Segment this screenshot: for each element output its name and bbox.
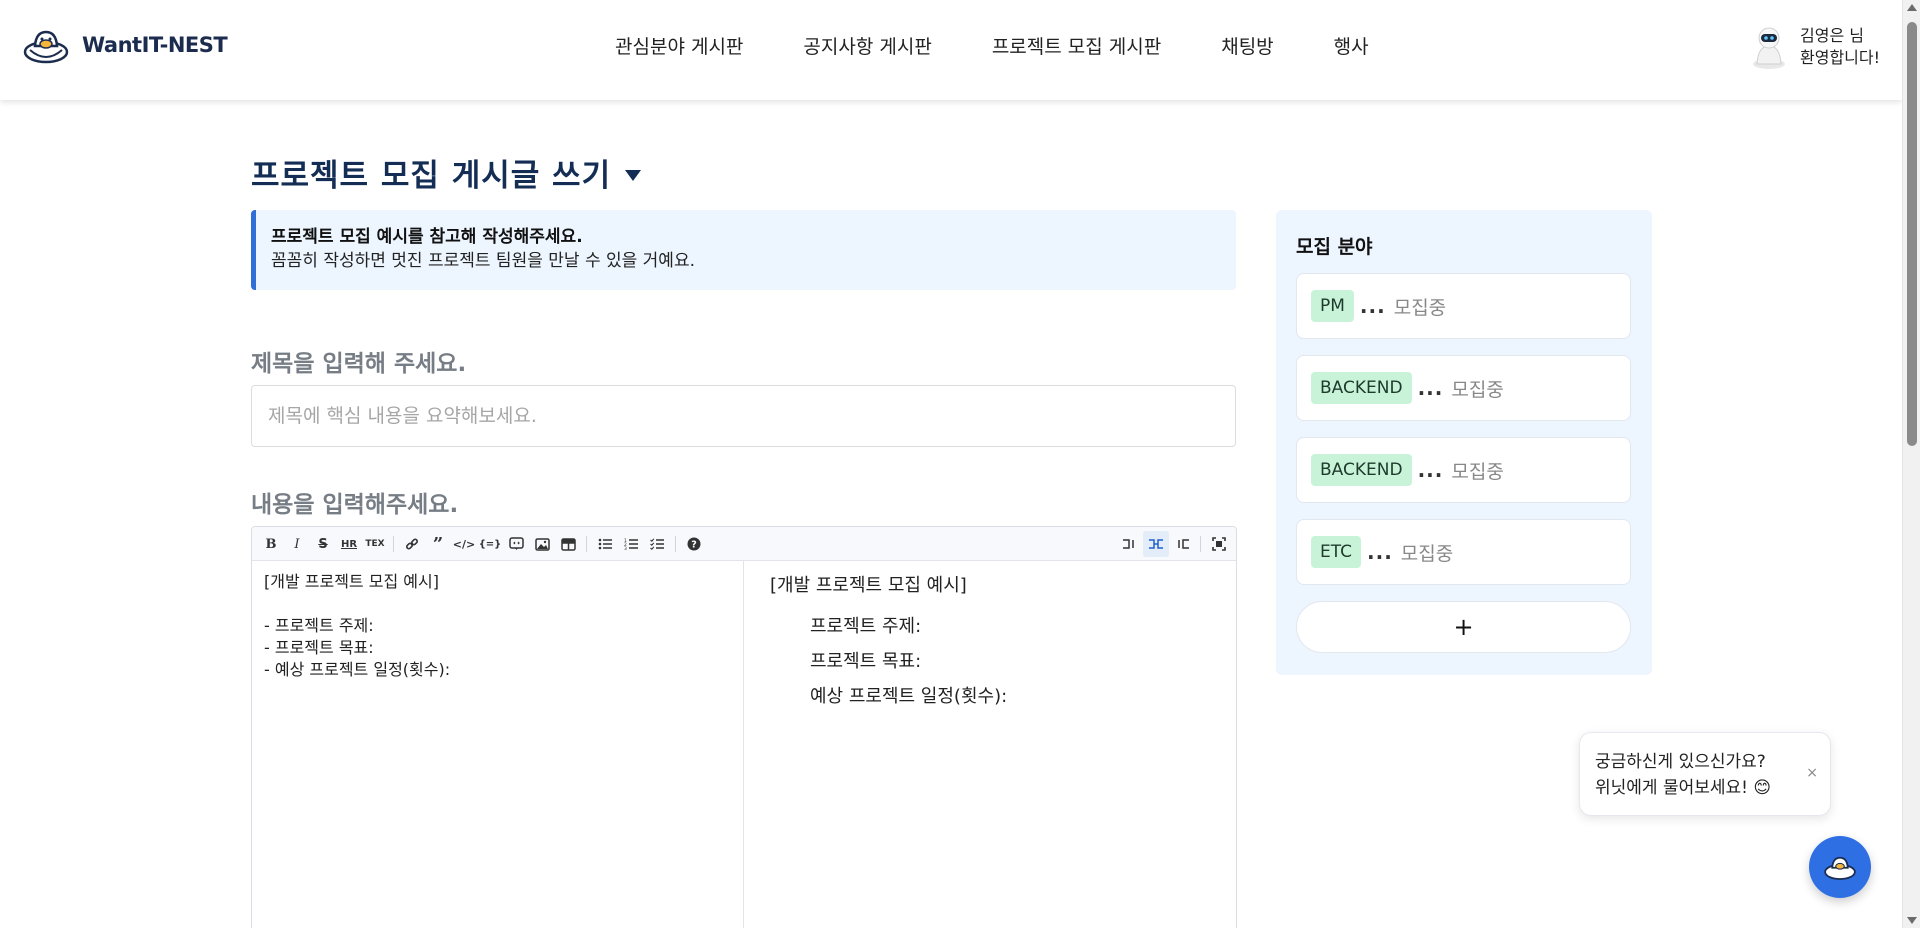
user-menu[interactable]: 김영은 님 환영합니다! <box>1748 24 1880 70</box>
toolbar-left-group: B I S HR TEX ” </> {=} 1 2 3 ? <box>258 527 707 561</box>
role-card[interactable]: BACKEND ... 모집중 <box>1296 355 1631 421</box>
svg-text:3: 3 <box>624 546 627 550</box>
toolbar-divider <box>675 536 676 552</box>
table-icon[interactable] <box>555 531 581 557</box>
editor-toolbar: B I S HR TEX ” </> {=} 1 2 3 ? <box>252 527 1236 561</box>
strike-icon[interactable]: S <box>310 531 336 557</box>
logo[interactable]: WantIT-NEST <box>22 24 228 66</box>
robot-avatar-icon <box>1753 27 1785 69</box>
image-icon[interactable] <box>529 531 555 557</box>
page-scrollbar[interactable] <box>1902 0 1920 928</box>
chatbot-button[interactable] <box>1809 836 1871 898</box>
add-role-button[interactable]: + <box>1296 601 1631 653</box>
nav-interest-board[interactable]: 관심분야 게시판 <box>615 32 743 59</box>
help-icon[interactable]: ? <box>681 531 707 557</box>
nest-logo-icon <box>23 30 69 64</box>
recruit-roles-title: 모집 분야 <box>1296 236 1373 258</box>
nav-notice-board[interactable]: 공지사항 게시판 <box>803 32 931 59</box>
preview-only-view-icon[interactable] <box>1169 531 1195 557</box>
editor-only-view-icon[interactable] <box>1117 531 1143 557</box>
hr-icon[interactable]: HR <box>336 531 362 557</box>
caret-down-icon[interactable] <box>625 170 642 181</box>
role-tag: BACKEND <box>1311 372 1412 404</box>
chatbot-line-2: 위닛에게 물어보세요! 😊 <box>1595 778 1772 798</box>
nav-chat-room[interactable]: 채팅방 <box>1221 32 1273 59</box>
preview-list-item: 프로젝트 주제: <box>810 616 922 637</box>
role-status: 모집중 <box>1451 378 1504 401</box>
nav-project-board[interactable]: 프로젝트 모집 게시판 <box>992 32 1161 59</box>
user-greeting: 김영은 님 환영합니다! <box>1800 25 1880 69</box>
bold-icon[interactable]: B <box>258 531 284 557</box>
logo-text: WantIT-NEST <box>82 33 228 57</box>
quote-block-icon[interactable]: TEX <box>362 531 388 557</box>
chatbot-tooltip: 궁금하신게 있으신가요? 위닛에게 물어보세요! 😊 × <box>1579 732 1831 816</box>
close-icon[interactable]: × <box>1806 765 1818 781</box>
nav-events[interactable]: 행사 <box>1334 32 1369 59</box>
more-icon[interactable]: ... <box>1418 458 1444 482</box>
italic-icon[interactable]: I <box>284 531 310 557</box>
more-icon[interactable]: ... <box>1418 376 1444 400</box>
scroll-up-icon[interactable] <box>1907 4 1917 11</box>
top-header: WantIT-NEST 관심분야 게시판 공지사항 게시판 프로젝트 모집 게시… <box>0 0 1902 100</box>
role-tag: BACKEND <box>1311 454 1412 486</box>
role-status: 모집중 <box>1451 460 1504 483</box>
more-icon[interactable]: ... <box>1367 540 1393 564</box>
ordered-list-icon[interactable]: 123 <box>618 531 644 557</box>
role-status: 모집중 <box>1393 296 1447 319</box>
more-icon[interactable]: ... <box>1360 294 1386 318</box>
scroll-thumb[interactable] <box>1907 22 1917 446</box>
user-name: 김영은 님 <box>1800 26 1864 45</box>
bullet-list-icon[interactable] <box>592 531 618 557</box>
task-list-icon[interactable] <box>644 531 670 557</box>
nest-logo-icon <box>1824 856 1856 880</box>
markdown-line: [개발 프로젝트 모집 예시] <box>264 572 439 591</box>
markdown-editor: B I S HR TEX ” </> {=} 1 2 3 ? [개발 프로젝트 … <box>251 526 1237 928</box>
scroll-down-icon[interactable] <box>1907 917 1917 924</box>
toolbar-right-group <box>1117 527 1232 561</box>
content-label: 내용을 입력해주세요. <box>251 492 459 518</box>
main-nav: 관심분야 게시판 공지사항 게시판 프로젝트 모집 게시판 채팅방 행사 <box>615 32 1369 59</box>
page: WantIT-NEST 관심분야 게시판 공지사항 게시판 프로젝트 모집 게시… <box>0 0 1920 928</box>
toolbar-divider <box>586 536 587 552</box>
fullscreen-icon[interactable] <box>1206 531 1232 557</box>
page-title: 프로젝트 모집 게시글 쓰기 <box>251 150 642 195</box>
user-welcome: 환영합니다! <box>1800 48 1881 67</box>
markdown-line: - 예상 프로젝트 일정(횟수): <box>264 660 451 679</box>
markdown-line: - 프로젝트 목표: <box>264 638 374 657</box>
page-title-text: 프로젝트 모집 게시글 쓰기 <box>251 158 612 194</box>
role-tag: PM <box>1311 290 1354 322</box>
codeblock-icon[interactable]: {=} <box>477 531 503 557</box>
role-tag: ETC <box>1311 536 1361 568</box>
blockquote-icon[interactable]: ” <box>425 531 451 557</box>
code-icon[interactable]: </> <box>451 531 477 557</box>
preview-list-item: 예상 프로젝트 일정(횟수): <box>810 686 1008 707</box>
notice-body: 꼼꼼히 작성하면 멋진 프로젝트 팀원을 만날 수 있을 거예요. <box>271 251 695 271</box>
role-card[interactable]: BACKEND ... 모집중 <box>1296 437 1631 503</box>
markdown-input-pane[interactable]: [개발 프로젝트 모집 예시] - 프로젝트 주제: - 프로젝트 목표: - … <box>252 561 744 928</box>
role-status: 모집중 <box>1400 542 1454 565</box>
svg-text:?: ? <box>691 540 697 551</box>
role-card[interactable]: ETC ... 모집중 <box>1296 519 1631 585</box>
toolbar-divider <box>1200 536 1201 552</box>
preview-list-item: 프로젝트 목표: <box>810 651 922 672</box>
chatbot-line-1: 궁금하신게 있으신가요? <box>1595 752 1766 772</box>
notice-heading: 프로젝트 모집 예시를 참고해 작성해주세요. <box>271 227 583 247</box>
guide-notice: 프로젝트 모집 예시를 참고해 작성해주세요. 꼼꼼히 작성하면 멋진 프로젝트… <box>251 210 1236 290</box>
recruit-roles-panel: 모집 분야 PM ... 모집중 BACKEND ... 모집중 BACKEND… <box>1276 210 1652 675</box>
link-icon[interactable] <box>399 531 425 557</box>
split-view-icon[interactable] <box>1143 531 1169 557</box>
embed-icon[interactable] <box>503 531 529 557</box>
role-card[interactable]: PM ... 모집중 <box>1296 273 1631 339</box>
title-input[interactable] <box>251 385 1236 447</box>
toolbar-divider <box>393 536 394 552</box>
markdown-line <box>264 593 731 615</box>
title-label: 제목을 입력해 주세요. <box>251 351 467 377</box>
preview-heading: [개발 프로젝트 모집 예시] <box>770 575 967 596</box>
markdown-line: - 프로젝트 주제: <box>264 616 374 635</box>
markdown-preview-pane: [개발 프로젝트 모집 예시] 프로젝트 주제: 프로젝트 목표: 예상 프로젝… <box>745 561 1236 928</box>
